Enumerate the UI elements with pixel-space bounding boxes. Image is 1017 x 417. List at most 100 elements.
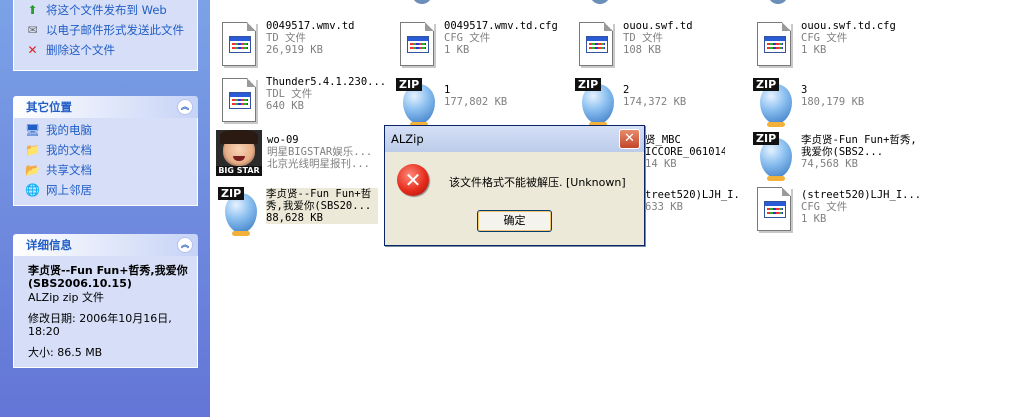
- other-places-panel: 其它位置 ︽ 🖥 我的电脑 📁 我的文档 📂 共享文档 🌐 网上邻居: [13, 96, 198, 206]
- publish-web-icon: ⬆: [27, 3, 38, 17]
- email-icon: ✉: [27, 23, 38, 37]
- other-places-header[interactable]: 其它位置 ︽: [13, 96, 198, 118]
- place-my-documents[interactable]: 📁 我的文档: [24, 144, 197, 157]
- file-name: ouou.swf.td: [623, 20, 693, 32]
- task-email-file[interactable]: ✉ 以电子邮件形式发送此文件: [24, 24, 197, 37]
- place-network[interactable]: 🌐 网上邻居: [24, 184, 197, 197]
- file-name: 贤_MBC: [645, 134, 681, 146]
- panel-title: 其它位置: [26, 100, 72, 114]
- zip-icon: ZIP: [218, 187, 262, 236]
- task-label: 删除这个文件: [46, 43, 115, 57]
- file-name: 李贞贤-Fun Fun+哲秀,我爱你(SBS2...: [801, 134, 917, 158]
- task-publish-web[interactable]: ⬆ 将这个文件发布到 Web: [24, 4, 197, 17]
- task-delete-file[interactable]: ✕ 删除这个文件: [24, 44, 197, 57]
- my-documents-icon: 📁: [25, 143, 40, 157]
- td-file-icon: [579, 22, 613, 66]
- file-size: 1 KB: [801, 213, 827, 225]
- delete-x-icon: ✕: [27, 43, 38, 57]
- file-tasks-panel: ⬆ 将这个文件发布到 Web ✉ 以电子邮件形式发送此文件 ✕ 删除这个文件: [13, 0, 198, 71]
- zip-tag: ZIP: [218, 187, 245, 200]
- video-thumbnail: BIG STAR: [216, 130, 262, 176]
- details-panel: 详细信息 ︽ 李贞贤--Fun Fun+哲秀,我爱你(SBS2006.10.15…: [13, 234, 198, 368]
- place-label: 网上邻居: [46, 183, 92, 197]
- file-name: 李贞贤--Fun Fun+哲秀,我爱你(SBS20...: [266, 188, 372, 212]
- details-header[interactable]: 详细信息 ︽: [13, 234, 198, 256]
- partial-icon: [412, 0, 432, 4]
- collapse-chevron-icon[interactable]: ︽: [177, 99, 193, 115]
- file-name: wo-09: [267, 134, 299, 146]
- alzip-error-dialog: ALZip ✕ ✕ 该文件格式不能被解压. [Unknown] 确定: [384, 125, 645, 246]
- file-size: 1 KB: [801, 44, 827, 56]
- close-icon[interactable]: ✕: [619, 129, 640, 149]
- file-name: 0049517.wmv.td: [266, 20, 355, 32]
- file-item[interactable]: ZIP 1 177,802 KB: [396, 76, 566, 130]
- file-size: 640 KB: [266, 100, 304, 112]
- file-item[interactable]: Thunder5.4.1.230... TDL 文件 640 KB: [218, 76, 388, 130]
- file-size: 1 KB: [444, 44, 470, 56]
- file-type: 明星BIGSTAR娱乐...: [267, 146, 373, 158]
- network-places-icon: 🌐: [25, 183, 40, 197]
- dialog-message: 该文件格式不能被解压. [Unknown]: [449, 176, 626, 189]
- thumbnail-caption: BIG STAR: [216, 166, 262, 176]
- file-size: 74,568 KB: [801, 158, 858, 170]
- file-name: ouou.swf.td.cfg: [801, 20, 896, 32]
- file-name: 3: [801, 84, 808, 96]
- td-file-icon: [222, 22, 256, 66]
- file-type: CFG 文件: [444, 32, 491, 44]
- zip-tag: ZIP: [753, 78, 780, 91]
- file-item[interactable]: 0049517.wmv.td TD 文件 26,919 KB: [218, 20, 388, 74]
- partial-icon: [590, 0, 610, 4]
- file-item[interactable]: BIG STAR wo-09 明星BIGSTAR娱乐... 北京光线明星报刊..…: [216, 130, 386, 184]
- file-name: (street520)LJH_I...: [801, 189, 921, 201]
- cfg-file-icon: [400, 22, 434, 66]
- place-label: 我的文档: [46, 143, 92, 157]
- task-label: 以电子邮件形式发送此文件: [46, 23, 184, 37]
- place-my-computer[interactable]: 🖥 我的电脑: [24, 124, 197, 137]
- cfg-file-icon: [757, 187, 791, 231]
- detail-file-type: ALZip zip 文件: [28, 291, 105, 304]
- file-item[interactable]: ZIP 2 174,372 KB: [575, 76, 745, 130]
- file-size: 14 KB: [645, 158, 677, 170]
- zip-icon: ZIP: [396, 78, 440, 127]
- file-size: 88,628 KB: [266, 212, 323, 224]
- file-size: 26,919 KB: [266, 44, 323, 56]
- file-item-selected[interactable]: ZIP 李贞贤--Fun Fun+哲秀,我爱你(SBS20... 88,628 …: [218, 185, 388, 239]
- error-icon: ✕: [397, 164, 429, 196]
- zip-icon: ZIP: [753, 78, 797, 127]
- file-type: TD 文件: [623, 32, 663, 44]
- file-size: 108 KB: [623, 44, 661, 56]
- my-computer-icon: 🖥: [24, 123, 41, 137]
- file-item[interactable]: ouou.swf.td TD 文件 108 KB: [575, 20, 745, 74]
- file-size: 177,802 KB: [444, 96, 508, 108]
- file-type: CFG 文件: [801, 32, 848, 44]
- file-item[interactable]: 0049517.wmv.td.cfg CFG 文件 1 KB: [396, 20, 566, 74]
- file-name: 1: [444, 84, 451, 96]
- file-item[interactable]: ZIP 3 180,179 KB: [753, 76, 923, 130]
- file-type: ICCORE_061014: [645, 146, 725, 158]
- file-item[interactable]: ZIP 李贞贤-Fun Fun+哲秀,我爱你(SBS2... 74,568 KB: [753, 130, 923, 184]
- tdl-file-icon: [222, 78, 256, 122]
- file-name: treet520)LJH_I...: [645, 189, 741, 201]
- file-item[interactable]: (street520)LJH_I... CFG 文件 1 KB: [753, 185, 923, 239]
- file-size: 174,372 KB: [623, 96, 687, 108]
- task-pane: ⬆ 将这个文件发布到 Web ✉ 以电子邮件形式发送此文件 ✕ 删除这个文件 其…: [0, 0, 210, 417]
- file-type: TD 文件: [266, 32, 306, 44]
- file-size: 633 KB: [645, 201, 683, 213]
- collapse-chevron-icon[interactable]: ︽: [177, 237, 193, 253]
- file-name: 2: [623, 84, 630, 96]
- file-type: TDL 文件: [266, 88, 313, 100]
- dialog-titlebar[interactable]: ALZip ✕: [385, 126, 644, 152]
- place-label: 我的电脑: [46, 123, 92, 137]
- detail-modified: 修改日期: 2006年10月16日, 18:20: [28, 312, 172, 338]
- place-shared-documents[interactable]: 📂 共享文档: [24, 164, 197, 177]
- ok-button[interactable]: 确定: [477, 210, 552, 232]
- file-name: 0049517.wmv.td.cfg: [444, 20, 558, 32]
- zip-tag: ZIP: [396, 78, 423, 91]
- partial-icon: [768, 0, 788, 4]
- dialog-title: ALZip: [391, 132, 424, 146]
- file-size: 北京光线明星报刊...: [267, 158, 370, 170]
- place-label: 共享文档: [46, 163, 92, 177]
- zip-tag: ZIP: [753, 132, 780, 145]
- zip-icon: ZIP: [575, 78, 619, 127]
- file-item[interactable]: ouou.swf.td.cfg CFG 文件 1 KB: [753, 20, 923, 74]
